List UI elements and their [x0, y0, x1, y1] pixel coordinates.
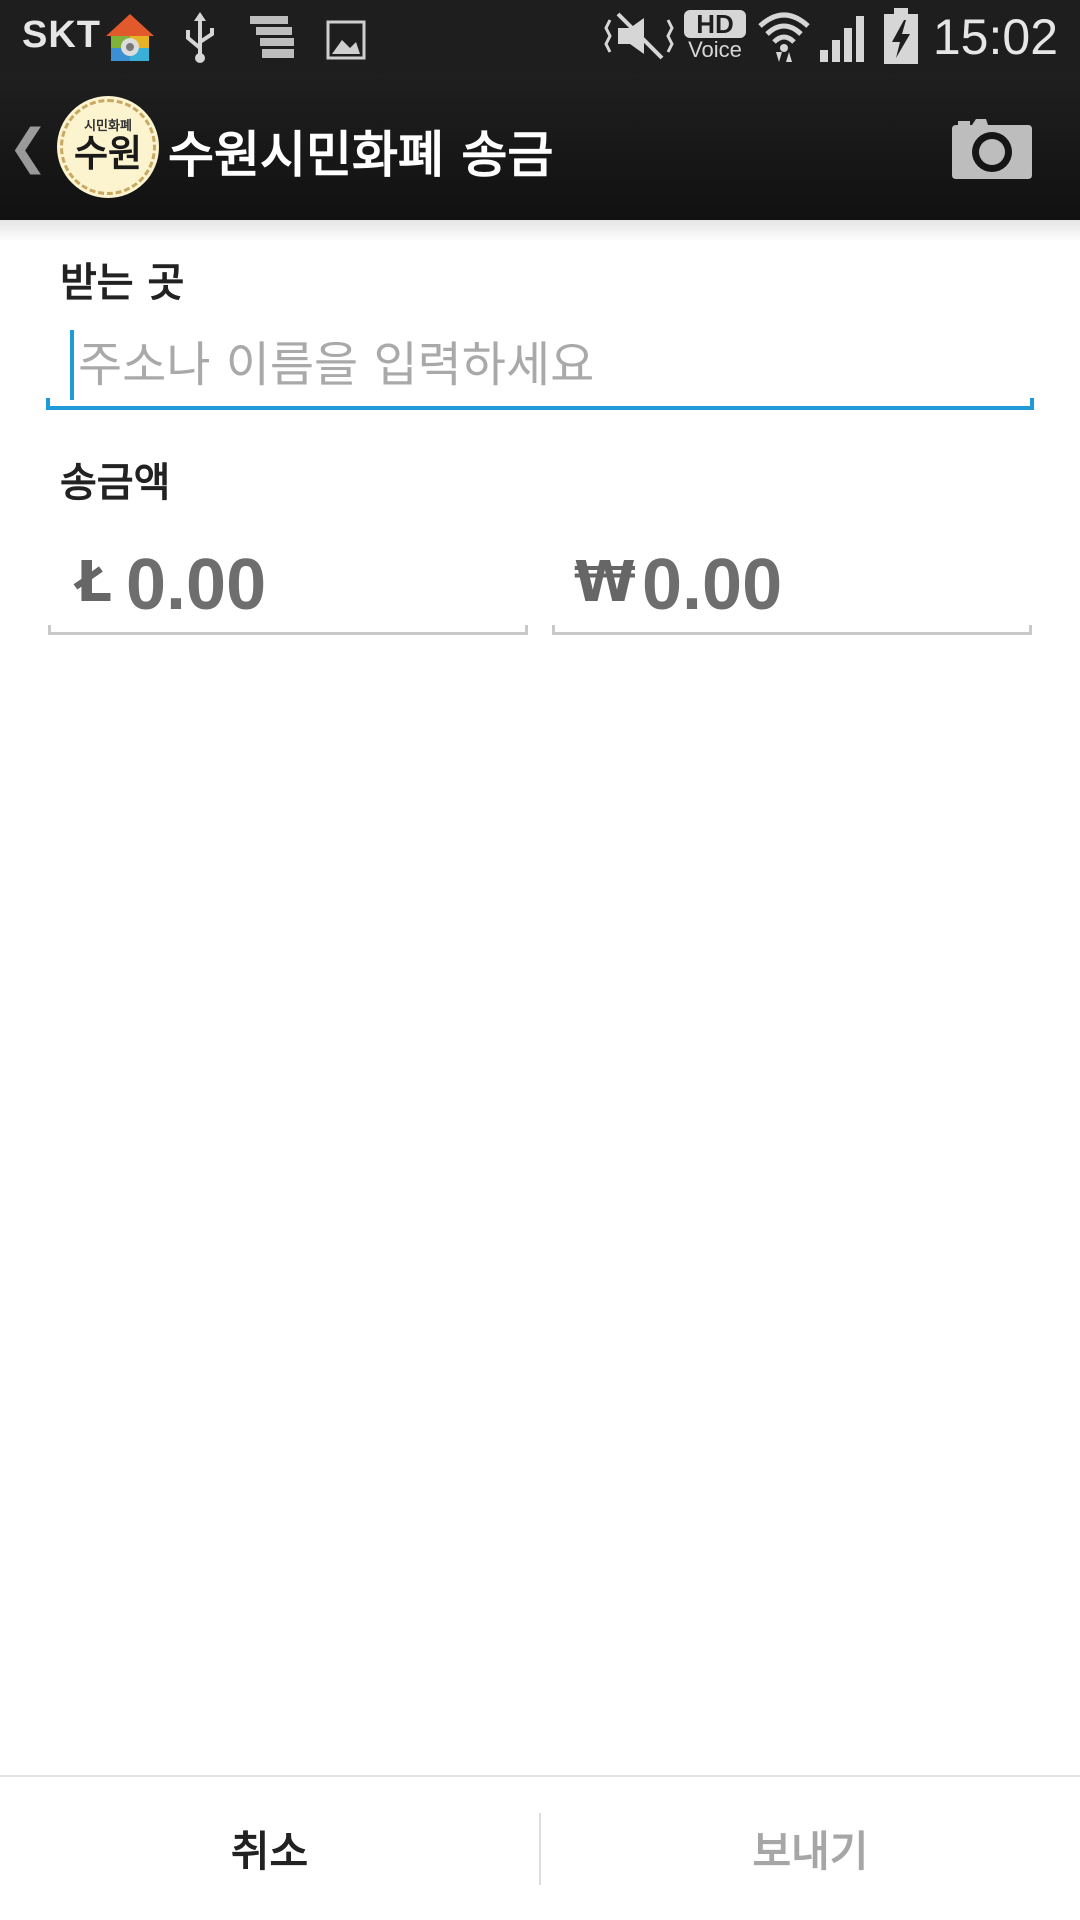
- battery-charging-icon: [884, 8, 918, 64]
- krw-amount-field[interactable]: ₩ 0.00: [552, 520, 1032, 635]
- cancel-button[interactable]: 취소: [0, 1777, 539, 1920]
- camera-icon: [952, 119, 1032, 179]
- camera-button[interactable]: [950, 113, 1034, 183]
- stack-icon: [250, 16, 294, 58]
- recipient-input[interactable]: [70, 330, 1010, 400]
- action-bar-shadow: [0, 220, 1080, 242]
- hd-voice-icon: HD Voice: [684, 10, 746, 66]
- coin-currency-symbol: Ł: [76, 550, 112, 615]
- home-settings-icon: [106, 14, 154, 61]
- send-button[interactable]: 보내기: [541, 1777, 1080, 1920]
- recipient-label: 받는 곳: [60, 260, 185, 306]
- signal-icon: [820, 16, 864, 62]
- action-bar: ❮ 시민화폐 수원 수원시민화폐 송금: [0, 75, 1080, 220]
- send-form: 받는 곳 송금액 Ł 0.00 ₩ 0.00: [0, 220, 1080, 1775]
- clock: 15:02: [932, 9, 1058, 65]
- wifi-icon: [758, 12, 810, 62]
- app-logo[interactable]: 시민화폐 수원: [60, 99, 156, 195]
- usb-icon: [186, 12, 214, 63]
- krw-currency-symbol: ₩: [574, 550, 636, 615]
- coin-amount-field[interactable]: Ł 0.00: [48, 520, 528, 635]
- carrier-label: SKT: [22, 14, 101, 56]
- bottom-action-bar: 취소 보내기: [0, 1775, 1080, 1920]
- krw-amount-value[interactable]: 0.00: [642, 544, 782, 626]
- recipient-field[interactable]: [46, 320, 1034, 410]
- status-bar: SKT HD Voice 15:02: [0, 0, 1080, 75]
- coin-amount-value[interactable]: 0.00: [126, 544, 266, 626]
- logo-big-text: 수원: [73, 132, 143, 175]
- image-icon: [326, 20, 366, 60]
- page-title: 수원시민화폐 송금: [168, 126, 554, 184]
- amount-label: 송금액: [60, 460, 171, 506]
- vibrate-mute-icon: [604, 12, 674, 60]
- back-chevron-icon[interactable]: ❮: [8, 119, 48, 175]
